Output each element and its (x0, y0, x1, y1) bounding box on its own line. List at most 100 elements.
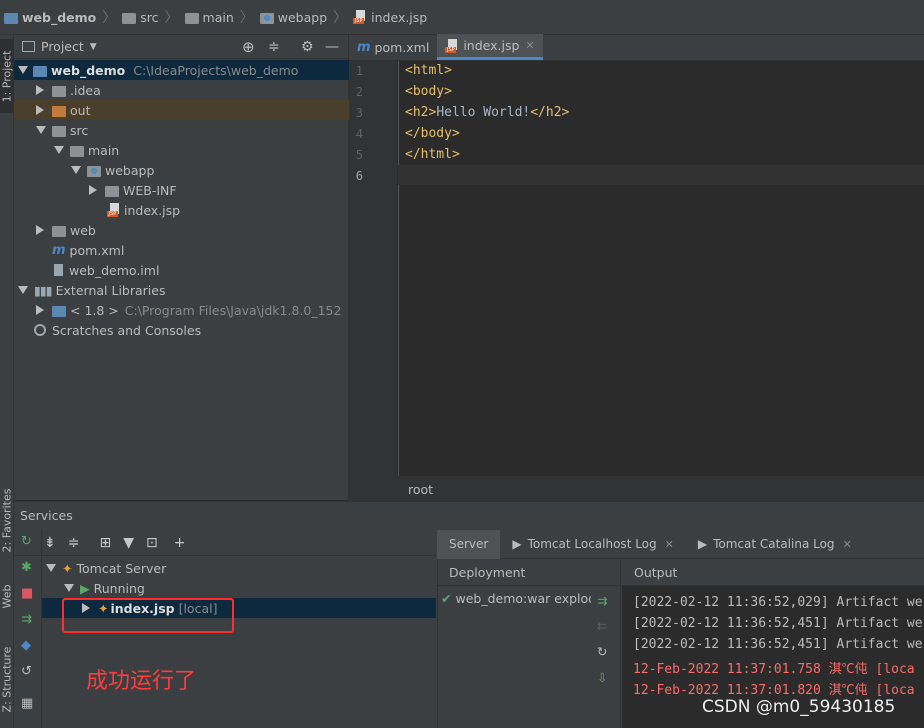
project-panel: Project ▼ ⊕ ≑ ⚙ — web_demo C:\IdeaProjec… (14, 35, 349, 500)
chevron-down-icon[interactable] (18, 66, 28, 74)
tab-tomcat-localhost-log[interactable]: ▶ Tomcat Localhost Log ✕ (500, 530, 686, 559)
close-icon[interactable]: ✕ (843, 538, 852, 551)
tree-item-label: .idea (70, 82, 101, 98)
deploy-icon[interactable]: ⇉ (21, 612, 32, 627)
artifact-icon[interactable]: ◆ (21, 638, 31, 653)
chevron-down-icon[interactable] (18, 286, 28, 294)
refresh-icon[interactable]: ↻ (597, 644, 607, 659)
gear-icon[interactable]: ⚙ (301, 39, 314, 55)
tool-tab-project[interactable]: 1: Project (0, 39, 14, 113)
chevron-down-icon[interactable] (46, 564, 56, 572)
folder-icon (122, 12, 137, 24)
collapse-all-icon[interactable]: ≑ (268, 39, 280, 55)
tree-item-out[interactable]: out (14, 100, 349, 120)
tree-item-external-libraries[interactable]: ▮▮▮ External Libraries (14, 280, 349, 300)
tab-tomcat-catalina-log[interactable]: ▶ Tomcat Catalina Log ✕ (686, 530, 864, 559)
left-tool-stripe: 1: Project 2: Favorites Web Z: Structure (0, 35, 14, 728)
tree-item-web-demo[interactable]: web_demo C:\IdeaProjects\web_demo (14, 60, 349, 80)
chevron-right-icon[interactable] (36, 225, 44, 235)
tool-tab-structure[interactable]: Z: Structure (0, 635, 14, 723)
locate-icon[interactable]: ⊕ (242, 38, 255, 56)
tree-item-web-demo-iml[interactable]: web_demo.iml (14, 260, 349, 280)
tree-item-idea[interactable]: .idea (14, 80, 349, 100)
refresh-icon[interactable]: ↺ (21, 664, 32, 679)
expand-all-icon[interactable]: ⇟ (44, 535, 56, 551)
chevron-down-icon[interactable] (64, 584, 74, 592)
undeploy-icon[interactable]: ⇇ (597, 618, 607, 633)
filter-icon[interactable]: ▼ (123, 535, 134, 551)
tool-tab-label: Z: Structure (0, 646, 14, 712)
log-line-red: 12-Feb-2022 11:37:01.820 淇℃伅 [loca (633, 683, 915, 698)
project-view-selector[interactable]: Project (41, 39, 84, 54)
services-side-toolbar: ↻ ✱ ■ ⇉ ◆ ↺ ▦ (14, 530, 42, 728)
log-line: [2022-02-12 11:36:52,451] Artifact we (633, 637, 923, 652)
tree-item-label: pom.xml (69, 242, 125, 258)
breadcrumb-webapp[interactable]: webapp (259, 9, 328, 25)
chevron-down-icon[interactable] (71, 166, 81, 174)
chevron-down-icon[interactable] (54, 146, 64, 154)
tab-pom-xml[interactable]: m pom.xml (349, 34, 437, 60)
folder-icon (52, 85, 66, 97)
new-tab-icon[interactable]: ⊡ (146, 535, 158, 551)
breadcrumb-label: web_demo (22, 9, 97, 25)
hide-icon[interactable]: — (325, 39, 339, 55)
breadcrumb-index-jsp[interactable]: JSP index.jsp (353, 10, 427, 25)
line-number: 4 (355, 127, 363, 141)
layout-icon[interactable]: ▦ (21, 696, 33, 711)
tree-item-label: index.jsp (124, 202, 181, 218)
deployment-item-label: web_demo:war explode (455, 591, 591, 606)
tree-item-label: web (70, 222, 96, 238)
code-editor[interactable]: <html> <body> <h2>Hello World!</h2> </bo… (398, 61, 924, 476)
chevron-right-icon[interactable] (36, 85, 44, 95)
chevron-down-icon[interactable] (36, 126, 46, 134)
close-icon[interactable]: ✕ (525, 39, 534, 52)
add-icon[interactable]: + (174, 535, 186, 551)
tree-item-index-jsp[interactable]: JSP index.jsp (14, 200, 349, 220)
tree-item-running[interactable]: ▶ Running (42, 578, 436, 598)
chevron-down-icon[interactable]: ▼ (90, 42, 97, 52)
editor-gutter: 1 2 3 4 5 6 (349, 61, 397, 476)
download-icon[interactable]: ⇩ (597, 670, 607, 685)
breadcrumb-src[interactable]: src (122, 10, 159, 25)
tree-item-label: WEB-INF (123, 182, 177, 198)
tool-tab-web[interactable]: Web (0, 571, 14, 621)
close-icon[interactable]: ✕ (665, 538, 674, 551)
tree-item-main[interactable]: main (14, 140, 349, 160)
tree-item-pom-xml[interactable]: m pom.xml (14, 240, 349, 260)
deploy-icon[interactable]: ⇉ (597, 593, 607, 608)
tomcat-icon: ✦ (62, 560, 73, 576)
tree-item-scratches[interactable]: Scratches and Consoles (14, 320, 349, 340)
breadcrumb-project[interactable]: web_demo (4, 10, 96, 25)
tab-server[interactable]: Server (437, 529, 501, 559)
folder-icon (52, 225, 66, 237)
breadcrumb-main[interactable]: main (184, 10, 234, 25)
chevron-right-icon[interactable] (89, 185, 97, 195)
tree-item-label: main (88, 142, 120, 158)
tree-item-jdk[interactable]: < 1.8 > C:\Program Files\Java\jdk1.8.0_1… (14, 300, 349, 320)
scratches-icon (34, 324, 46, 336)
breadcrumb-label: webapp (277, 9, 328, 25)
tree-item-src[interactable]: src (14, 120, 349, 140)
tree-item-tomcat-server[interactable]: ✦ Tomcat Server (42, 558, 436, 578)
tree-item-web-inf[interactable]: WEB-INF (14, 180, 349, 200)
chevron-right-icon[interactable] (36, 105, 44, 115)
breadcrumb-root[interactable]: root (408, 482, 433, 497)
tree-item-label: src (70, 122, 89, 138)
chevron-right-icon[interactable] (36, 305, 44, 315)
annotation-text: 成功运行了 (86, 669, 197, 694)
highlight-annotation-box (62, 598, 234, 633)
tree-item-web[interactable]: web (14, 220, 349, 240)
tree-item-webapp[interactable]: webapp (14, 160, 349, 180)
debug-icon[interactable]: ✱ (21, 560, 32, 575)
folder-icon (52, 125, 66, 137)
tab-index-jsp[interactable]: JSP index.jsp ✕ (437, 34, 543, 60)
tool-tab-favorites[interactable]: 2: Favorites (0, 475, 14, 565)
group-icon[interactable]: ⊞ (99, 535, 111, 551)
collapse-all-icon[interactable]: ≑ (68, 535, 80, 551)
tree-item-label: web_demo (51, 62, 126, 78)
tree-item-label: webapp (105, 162, 155, 178)
deployment-item[interactable]: ✔ web_demo:war explode (441, 591, 591, 606)
stop-icon[interactable]: ■ (21, 586, 33, 601)
tab-label: index.jsp (463, 38, 520, 53)
line-number: 6 (355, 169, 363, 183)
